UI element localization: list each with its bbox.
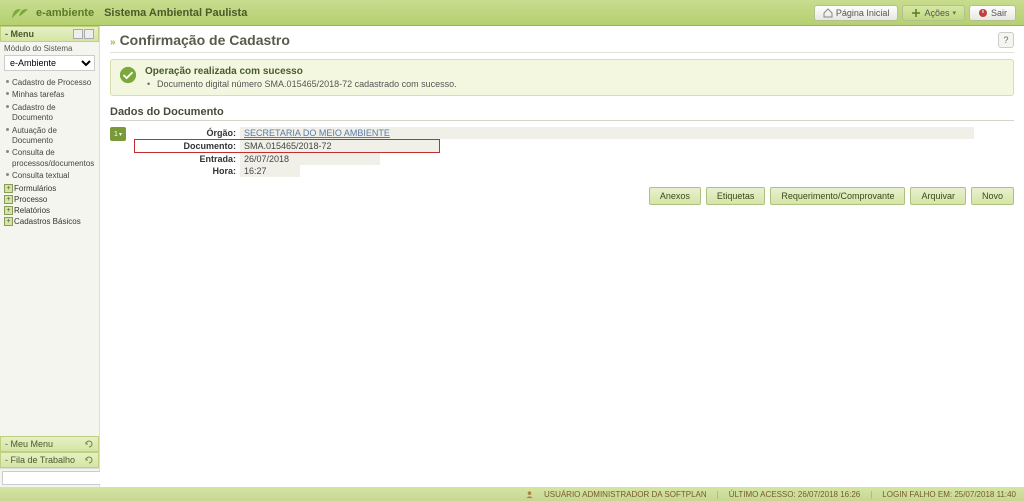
detail-row-orgao: Órgão: SECRETARIA DO MEIO AMBIENTE	[134, 127, 974, 139]
sidebar-search-row	[0, 468, 99, 487]
entrada-value: 26/07/2018	[240, 153, 380, 165]
footer-ultimo-acesso: ÚLTIMO ACESSO: 26/07/2018 16:26	[729, 490, 860, 499]
footer-bar: USUÁRIO ADMINISTRADOR DA SOFTPLAN | ÚLTI…	[0, 487, 1024, 501]
user-icon	[525, 490, 534, 499]
etiquetas-button[interactable]: Etiquetas	[706, 187, 766, 205]
main-content: » Confirmação de Cadastro ? Operação real…	[100, 26, 1024, 487]
nav-group-processo[interactable]: Processo	[4, 194, 99, 205]
orgao-label: Órgão:	[134, 127, 240, 139]
app-header: e-ambiente Sistema Ambiental Paulista Pá…	[0, 0, 1024, 26]
success-content: Operação realizada com sucesso Documento…	[145, 66, 457, 89]
arquivar-button[interactable]: Arquivar	[910, 187, 966, 205]
logo-text: e-ambiente	[36, 7, 94, 19]
footer-login-falho: LOGIN FALHO EM: 25/07/2018 11:40	[882, 490, 1016, 499]
actions-button[interactable]: Ações ▾	[902, 5, 965, 21]
requerimento-button[interactable]: Requerimento/Comprovante	[770, 187, 905, 205]
sidebar-bottom: - Meu Menu - Fila de Trabalho	[0, 436, 99, 487]
refresh-icon	[84, 455, 94, 465]
nav-group-formularios[interactable]: Formulários	[4, 183, 99, 194]
success-title: Operação realizada com sucesso	[145, 66, 457, 77]
detail-row-hora: Hora: 16:27	[134, 165, 974, 177]
actions-label: Ações	[924, 8, 949, 18]
detail-row-entrada: Entrada: 26/07/2018	[134, 153, 974, 165]
menu-view-icon[interactable]	[84, 29, 94, 39]
detail-row-documento: Documento: SMA.015465/2018-72	[134, 139, 974, 153]
nav-item-consulta-textual[interactable]: Consulta textual	[4, 170, 99, 182]
document-toggle[interactable]: 1	[110, 127, 126, 141]
anexos-button[interactable]: Anexos	[649, 187, 701, 205]
entrada-label: Entrada:	[134, 153, 240, 165]
module-select[interactable]: e-Ambiente	[4, 55, 95, 71]
exit-label: Sair	[991, 8, 1007, 18]
novo-button[interactable]: Novo	[971, 187, 1014, 205]
header-actions: Página Inicial Ações ▾ Sair	[814, 5, 1016, 21]
document-area: 1 Órgão: SECRETARIA DO MEIO AMBIENTE Doc…	[110, 127, 1014, 177]
documento-label: Documento:	[134, 139, 240, 153]
meu-menu-label: - Meu Menu	[5, 439, 53, 449]
nav-group-cadastros-basicos[interactable]: Cadastros Básicos	[4, 216, 99, 227]
action-bar: Anexos Etiquetas Requerimento/Comprovant…	[110, 187, 1014, 205]
help-button[interactable]: ?	[998, 32, 1014, 48]
menu-toggle-icon[interactable]	[73, 29, 83, 39]
home-button[interactable]: Página Inicial	[814, 5, 899, 21]
exit-button[interactable]: Sair	[969, 5, 1016, 21]
page-title-text: Confirmação de Cadastro	[120, 32, 290, 48]
footer-sep: |	[870, 490, 872, 499]
fila-label: - Fila de Trabalho	[5, 455, 75, 465]
refresh-icon	[84, 439, 94, 449]
details-table: Órgão: SECRETARIA DO MEIO AMBIENTE Docum…	[134, 127, 974, 177]
module-label: Módulo do Sistema	[0, 42, 99, 53]
page-title: » Confirmação de Cadastro	[110, 32, 290, 48]
logo-area: e-ambiente	[8, 4, 94, 22]
system-title: Sistema Ambiental Paulista	[104, 7, 247, 19]
section-title: Dados do Documento	[110, 106, 1014, 121]
chevron-down-icon: ▾	[952, 9, 956, 17]
documento-value: SMA.015465/2018-72	[240, 139, 440, 153]
menu-header[interactable]: - Menu	[0, 26, 99, 42]
check-circle-icon	[119, 66, 137, 84]
chevron-right-icon: »	[110, 37, 116, 48]
meu-menu-section[interactable]: - Meu Menu	[0, 436, 99, 452]
page-title-row: » Confirmação de Cadastro ?	[110, 32, 1014, 53]
nav-tree: Cadastro de Processo Minhas tarefas Cada…	[0, 75, 99, 436]
nav-item-consulta-processos[interactable]: Consulta de processos/documentos	[4, 147, 99, 170]
leaf-logo-icon	[8, 4, 30, 22]
success-message: Documento digital número SMA.015465/2018…	[145, 79, 457, 89]
hora-label: Hora:	[134, 165, 240, 177]
nav-item-cadastro-documento[interactable]: Cadastro de Documento	[4, 102, 99, 125]
fila-trabalho-section[interactable]: - Fila de Trabalho	[0, 452, 99, 468]
nav-item-autuacao-documento[interactable]: Autuação de Documento	[4, 125, 99, 148]
nav-group-relatorios[interactable]: Relatórios	[4, 205, 99, 216]
sidebar: - Menu Módulo do Sistema e-Ambiente Cada…	[0, 26, 100, 487]
nav-item-cadastro-processo[interactable]: Cadastro de Processo	[4, 77, 99, 89]
success-message-box: Operação realizada com sucesso Documento…	[110, 59, 1014, 96]
doc-toggle-label: 1	[114, 131, 118, 138]
menu-header-label: - Menu	[5, 29, 34, 39]
nav-item-minhas-tarefas[interactable]: Minhas tarefas	[4, 89, 99, 101]
plus-icon	[911, 8, 921, 18]
home-icon	[823, 8, 833, 18]
power-icon	[978, 8, 988, 18]
home-label: Página Inicial	[836, 8, 890, 18]
hora-value: 16:27	[240, 165, 300, 177]
footer-sep: |	[717, 490, 719, 499]
footer-user: USUÁRIO ADMINISTRADOR DA SOFTPLAN	[544, 490, 707, 499]
orgao-value[interactable]: SECRETARIA DO MEIO AMBIENTE	[240, 127, 974, 139]
